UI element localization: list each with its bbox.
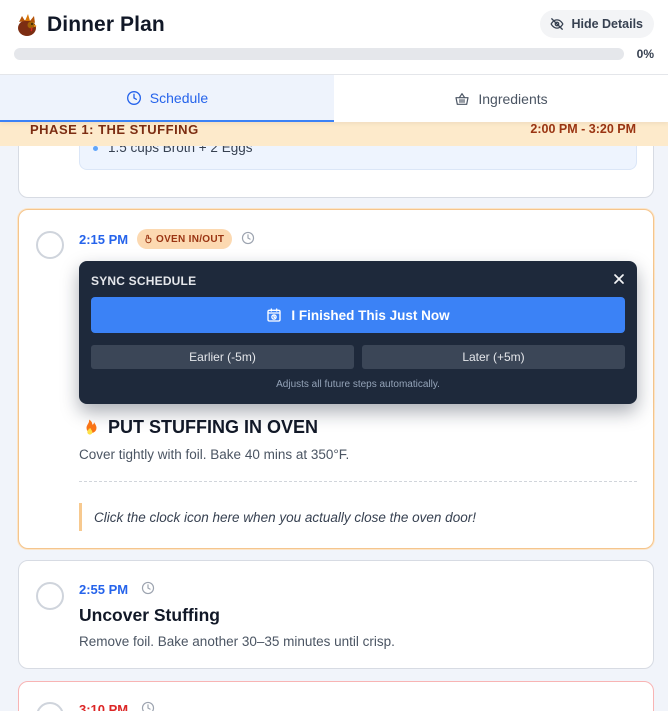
basket-icon xyxy=(455,92,469,105)
finished-now-label: I Finished This Just Now xyxy=(291,307,450,323)
tab-schedule[interactable]: Schedule xyxy=(0,75,334,122)
clock-icon[interactable] xyxy=(141,701,155,711)
step-card-active: 2:15 PM OVEN IN/OUT SYNC SCHEDULE I Fini… xyxy=(18,209,654,549)
step-card-alert: 3:10 PM xyxy=(18,681,654,711)
step-card-next: 2:55 PM Uncover Stuffing Remove foil. Ba… xyxy=(18,560,654,669)
clock-icon[interactable] xyxy=(241,231,255,245)
alarm-clock-icon xyxy=(267,308,282,322)
bullet xyxy=(93,146,98,151)
app-header: Dinner Plan Hide Details 0% xyxy=(0,0,668,75)
page-title: Dinner Plan xyxy=(47,13,165,36)
step-time: 3:10 PM xyxy=(79,702,129,711)
clock-icon xyxy=(126,90,141,105)
phase-time-range: 2:00 PM - 3:20 PM xyxy=(530,122,636,136)
step-time: 2:15 PM xyxy=(79,232,129,247)
step-tip: Click the clock icon here when you actua… xyxy=(79,503,476,531)
step-time: 2:55 PM xyxy=(79,582,129,597)
step-title: Uncover Stuffing xyxy=(79,605,220,626)
tab-ingredients-label: Ingredients xyxy=(478,90,548,107)
later-button[interactable]: Later (+5m) xyxy=(362,345,625,369)
close-icon[interactable] xyxy=(611,271,627,287)
turkey-icon xyxy=(18,14,37,36)
clock-icon[interactable] xyxy=(141,581,155,595)
step-complete-checkbox[interactable] xyxy=(36,231,64,259)
sync-schedule-panel: SYNC SCHEDULE I Finished This Just Now E… xyxy=(79,261,637,404)
step-description: Remove foil. Bake another 30–35 minutes … xyxy=(79,634,395,649)
sync-panel-title: SYNC SCHEDULE xyxy=(91,274,197,288)
phase-title: PHASE 1: THE STUFFING xyxy=(30,122,199,137)
hand-pointer-icon xyxy=(145,234,152,244)
earlier-button[interactable]: Earlier (-5m) xyxy=(91,345,354,369)
step-title-text: PUT STUFFING IN OVEN xyxy=(108,417,319,437)
sync-hint: Adjusts all future steps automatically. xyxy=(276,379,440,390)
step-badge: OVEN IN/OUT xyxy=(137,229,233,249)
eye-off-icon xyxy=(550,18,564,30)
finished-now-button[interactable]: I Finished This Just Now xyxy=(91,297,625,333)
progress-percent: 0% xyxy=(636,47,654,61)
tab-ingredients[interactable]: Ingredients xyxy=(334,75,668,122)
step-complete-checkbox[interactable] xyxy=(36,582,64,610)
step-badge-label: OVEN IN/OUT xyxy=(156,233,225,245)
tab-schedule-label: Schedule xyxy=(149,89,209,106)
view-tabs: Schedule Ingredients xyxy=(0,75,668,122)
step-complete-checkbox[interactable] xyxy=(36,702,64,711)
step-title: PUT STUFFING IN OVEN xyxy=(79,417,318,438)
divider xyxy=(79,481,637,482)
hide-details-label: Hide Details xyxy=(571,17,643,31)
step-description: Cover tightly with foil. Bake 40 mins at… xyxy=(79,447,350,462)
fire-icon xyxy=(86,419,97,435)
progress-bar xyxy=(14,48,624,60)
step-title-text: Uncover Stuffing xyxy=(79,605,220,625)
hide-details-button[interactable]: Hide Details xyxy=(540,10,654,38)
